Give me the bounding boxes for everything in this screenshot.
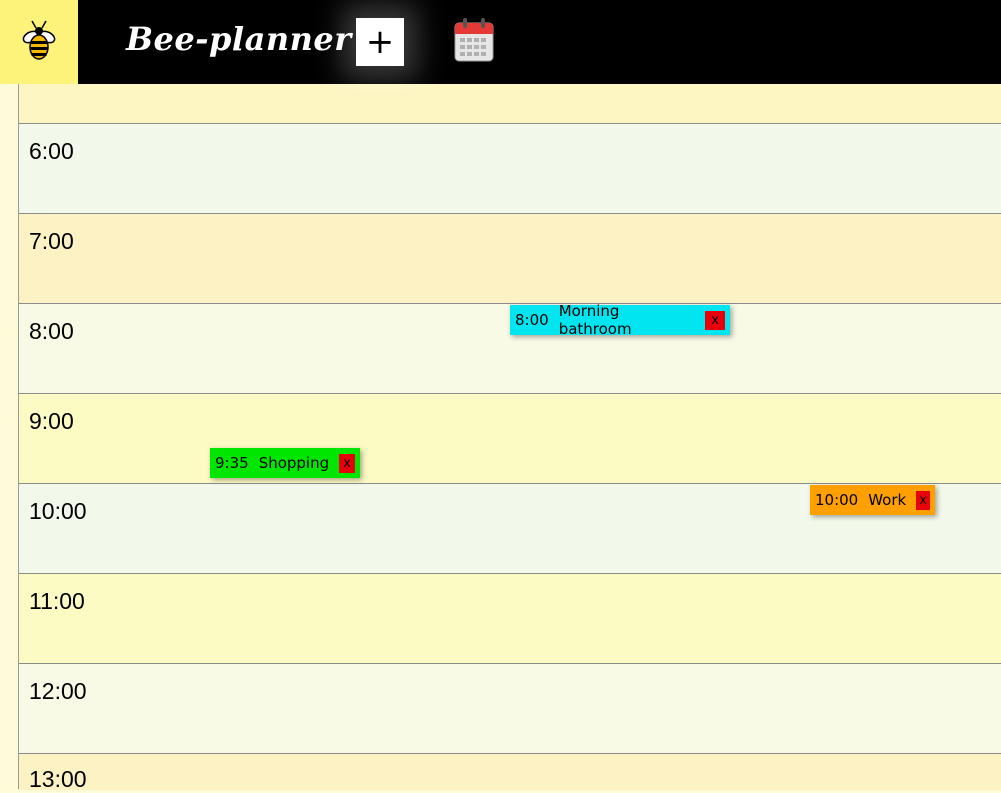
event-time: 8:00	[515, 311, 549, 329]
hour-row-7[interactable]: 7:00	[19, 213, 1001, 303]
add-event-button[interactable]: +	[356, 18, 404, 66]
delete-event-button[interactable]: x	[339, 453, 355, 473]
hour-label: 11:00	[29, 588, 85, 614]
hour-row-13[interactable]: 13:00	[19, 753, 1001, 792]
hour-row-12[interactable]: 12:00	[19, 663, 1001, 753]
hour-label: 7:00	[29, 228, 74, 254]
event-card[interactable]: 8:00 Morning bathroom x	[510, 302, 730, 338]
hour-label: 6:00	[29, 138, 74, 164]
hour-row-9[interactable]: 9:00	[19, 393, 1001, 483]
delete-event-button[interactable]: x	[705, 310, 725, 330]
event-card[interactable]: 10:00 Work x	[810, 485, 935, 515]
hour-label: 9:00	[29, 408, 74, 434]
event-time: 9:35	[215, 454, 249, 472]
hour-label: 8:00	[29, 318, 74, 344]
event-title: Work	[868, 491, 907, 509]
left-rail	[0, 84, 19, 789]
delete-event-button[interactable]: x	[916, 490, 930, 510]
hour-row-11[interactable]: 11:00	[19, 573, 1001, 663]
top-bar: Bee-planner +	[0, 0, 1001, 84]
app-title: Bee-planner	[126, 20, 352, 58]
day-schedule: 6:00 7:00 8:00 9:00 10:00 11:00 12:00 13…	[19, 34, 1001, 792]
event-time: 10:00	[815, 491, 859, 509]
event-title: Shopping	[258, 454, 330, 472]
event-title: Morning bathroom	[558, 302, 632, 338]
bee-logo-icon	[0, 0, 78, 84]
hour-label: 12:00	[29, 678, 87, 704]
calendar-button[interactable]	[452, 16, 496, 64]
hour-label: 10:00	[29, 498, 87, 524]
hour-row-6[interactable]: 6:00	[19, 123, 1001, 213]
calendar-icon	[454, 18, 494, 62]
event-card[interactable]: 9:35 Shopping x	[210, 448, 360, 478]
